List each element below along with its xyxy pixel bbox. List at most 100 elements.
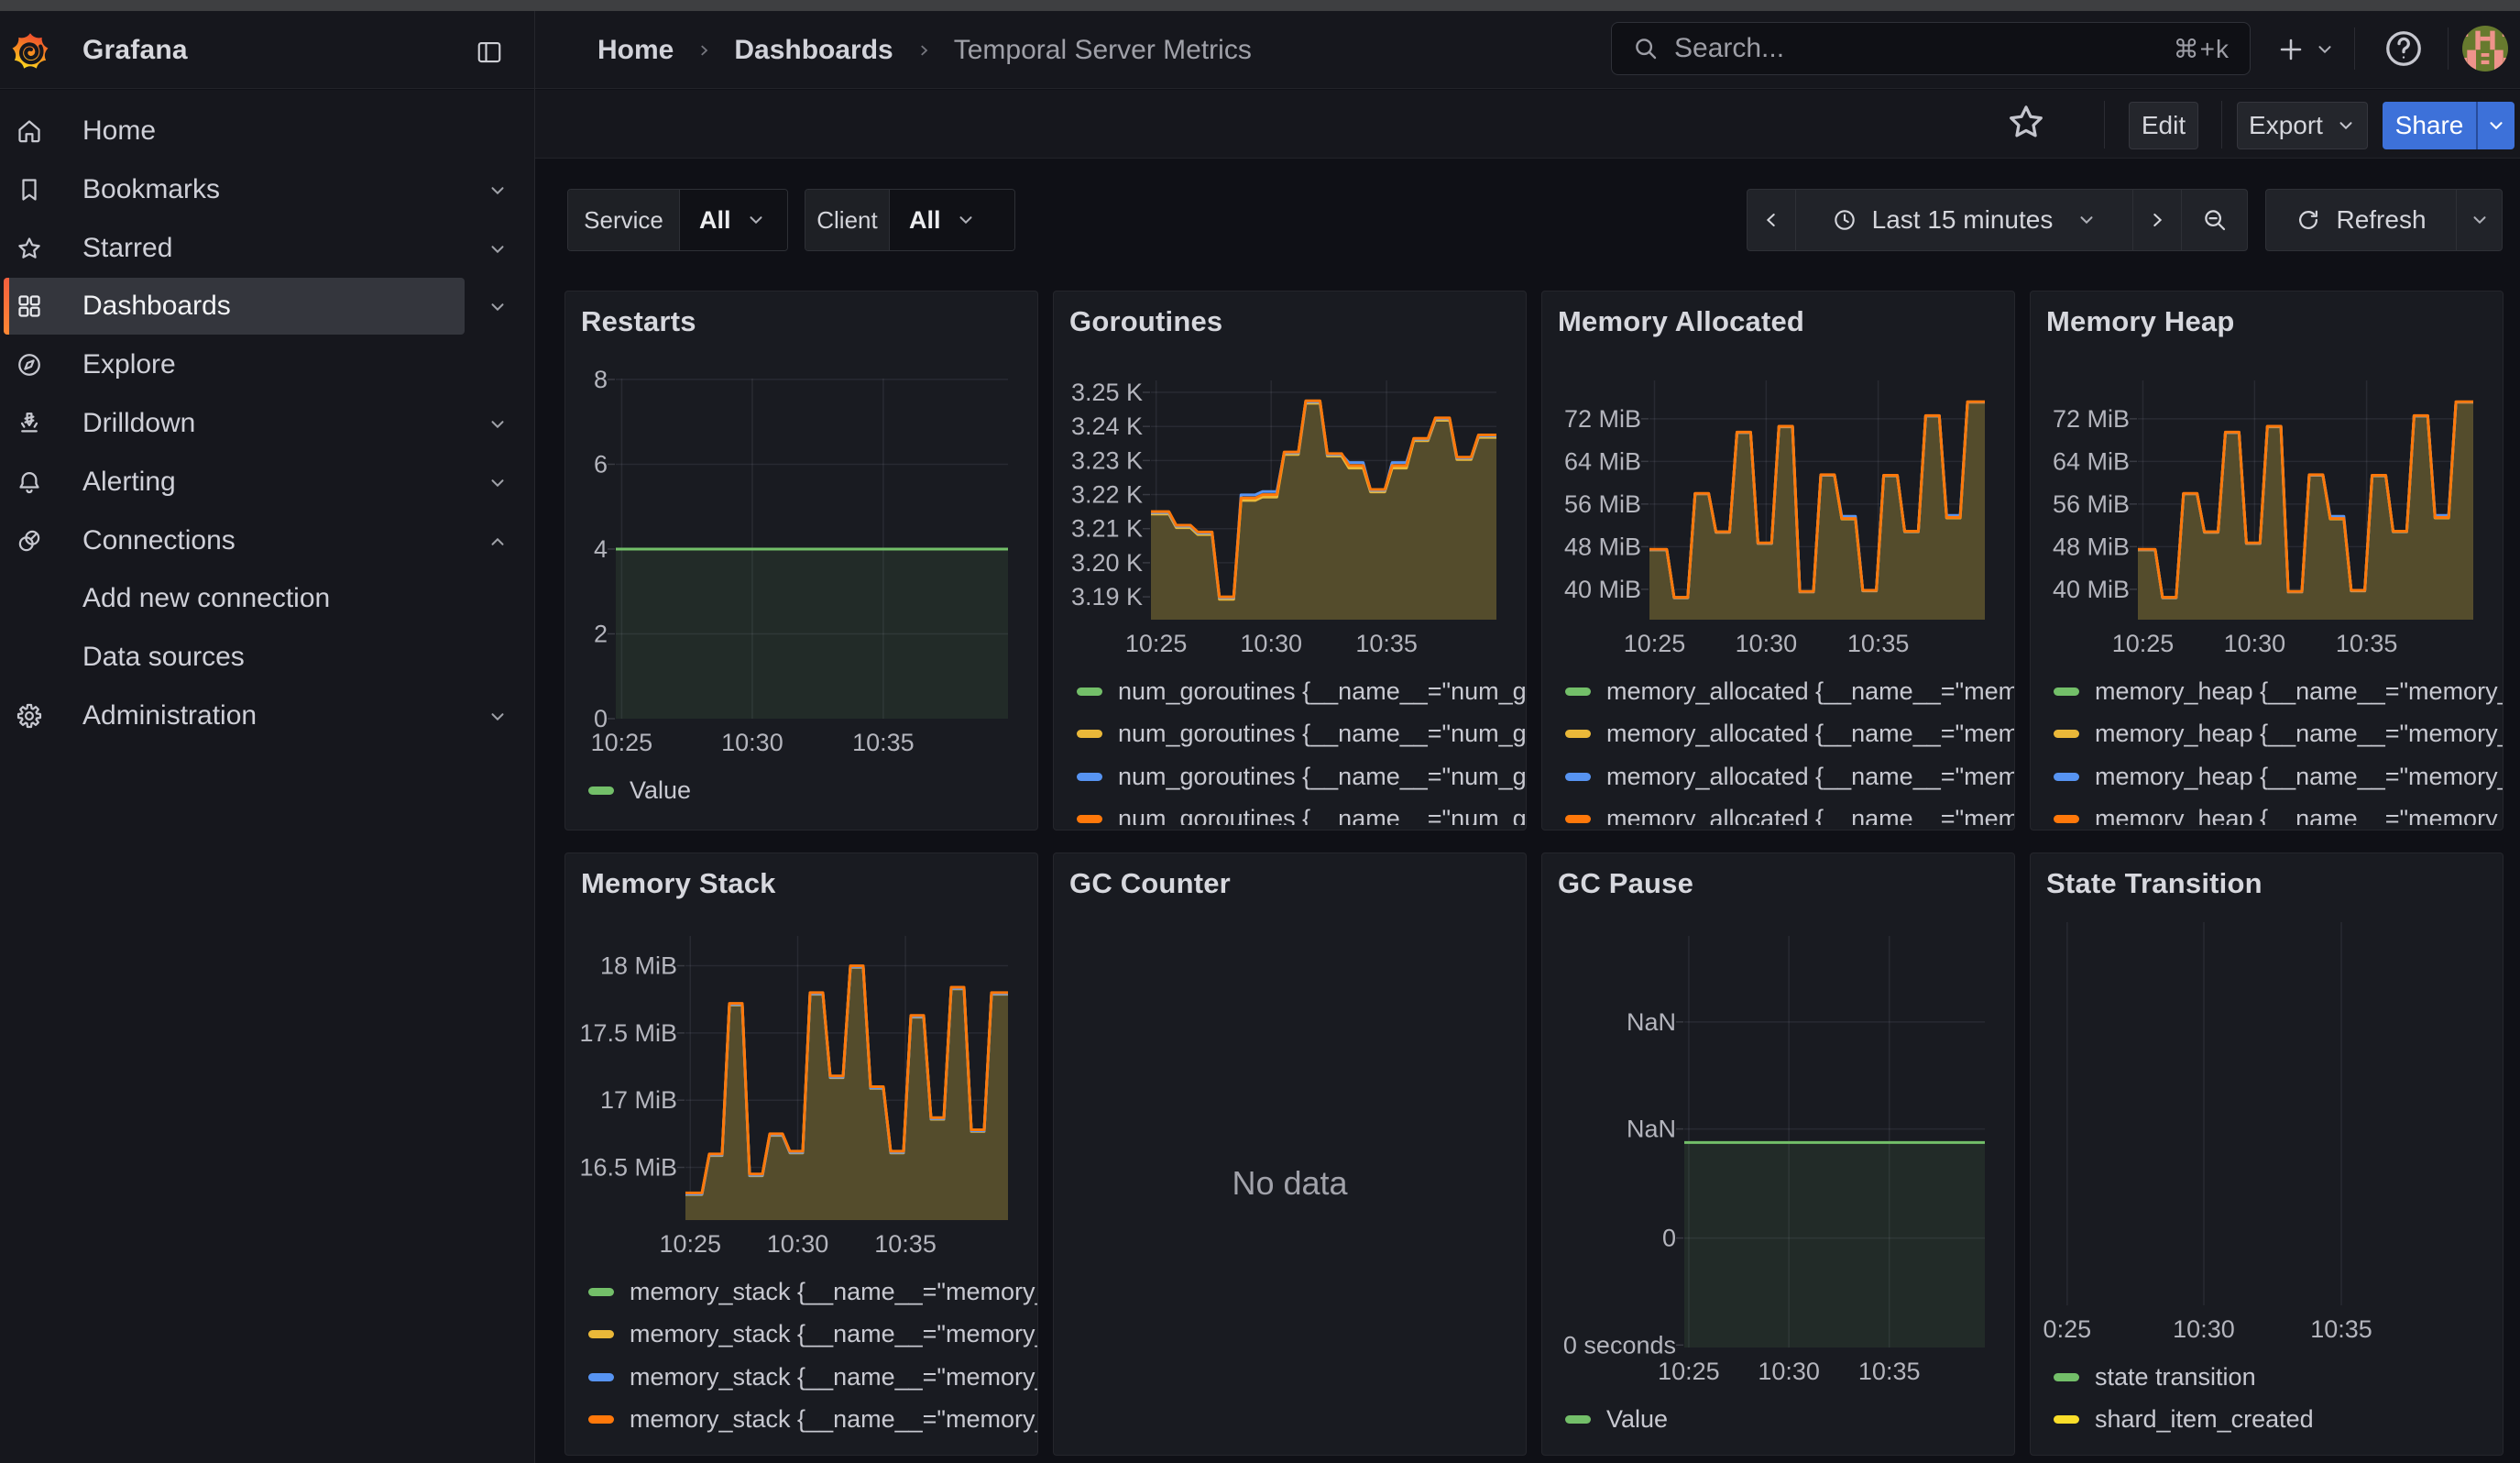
search-input[interactable]: Search... ⌘+k	[1611, 22, 2251, 75]
y-tick-label: 64 MiB	[2053, 447, 2130, 475]
share-button-label[interactable]: Share	[2383, 102, 2476, 149]
chevron-down-icon[interactable]	[488, 473, 508, 493]
chevron-down-icon	[956, 210, 976, 230]
export-button[interactable]: Export	[2237, 102, 2368, 149]
sidebar-item-administration[interactable]: Administration	[0, 687, 534, 745]
edit-button[interactable]: Edit	[2129, 102, 2198, 149]
panel-title-gc-counter[interactable]: GC Counter	[1069, 866, 1231, 901]
legend-item[interactable]: shard_item_created	[2031, 1399, 2503, 1442]
chevron-down-icon[interactable]	[488, 414, 508, 434]
legend-swatch	[2054, 730, 2079, 738]
legend-item[interactable]: num_goroutines {__name__="num_go	[1054, 670, 1526, 713]
sidebar-item-dashboards[interactable]: Dashboards	[0, 277, 534, 336]
y-tick-label: 3.25 K	[1071, 379, 1143, 406]
variable-client-value[interactable]: All	[890, 190, 1014, 250]
time-range-button[interactable]: Last 15 minutes	[1796, 190, 2133, 250]
chevron-down-icon	[746, 210, 766, 230]
venn-icon	[16, 527, 43, 555]
x-tick-label: 10:35	[874, 1230, 937, 1258]
variable-service-value[interactable]: All	[680, 190, 787, 250]
grafana-logo[interactable]	[12, 28, 49, 74]
sidebar-item-drilldown[interactable]: Drilldown	[0, 394, 534, 453]
sidebar-item-label: Add new connection	[82, 569, 330, 628]
panel-legend: num_goroutines {__name__="num_gonum_goro…	[1054, 670, 1526, 825]
panel-gc-counter: GC CounterNo data	[1053, 852, 1527, 1456]
user-avatar[interactable]	[2462, 26, 2508, 72]
favorite-star-icon[interactable]	[2005, 101, 2047, 143]
legend-item[interactable]: num_goroutines {__name__="num_go	[1054, 798, 1526, 826]
chevron-down-icon[interactable]	[488, 239, 508, 259]
legend-item[interactable]: memory_heap {__name__="memory_h	[2031, 713, 2503, 756]
panel-legend: Value	[1542, 1398, 2014, 1450]
sidebar-item-explore[interactable]: Explore	[0, 336, 534, 394]
brand-title: Grafana	[82, 11, 188, 89]
chevron-up-icon[interactable]	[488, 532, 508, 552]
legend-item[interactable]: memory_allocated {__name__="memo	[1542, 755, 2014, 798]
sidebar-item-bookmarks[interactable]: Bookmarks	[0, 160, 534, 219]
sidebar-toggle-icon[interactable]	[476, 38, 503, 66]
variable-client: Client All	[805, 189, 1015, 251]
sidebar-item-alerting[interactable]: Alerting	[0, 453, 534, 512]
time-shift-back-button[interactable]	[1748, 190, 1796, 250]
chevron-down-icon[interactable]	[488, 707, 508, 727]
legend-item[interactable]: Value	[1542, 1398, 2014, 1441]
add-new-button[interactable]	[2276, 31, 2340, 68]
legend-item[interactable]: memory_heap {__name__="memory_h	[2031, 670, 2503, 713]
time-shift-forward-button[interactable]	[2133, 190, 2182, 250]
refresh-interval-button[interactable]	[2457, 190, 2502, 250]
y-tick-label: 56 MiB	[1564, 490, 1641, 518]
y-tick-label: NaN	[1627, 1008, 1676, 1036]
y-tick-label: 3.22 K	[1071, 481, 1143, 509]
legend-item[interactable]: memory_allocated {__name__="memo	[1542, 670, 2014, 713]
legend-item[interactable]: Value	[565, 769, 1037, 812]
y-tick-label: 0	[1662, 1225, 1676, 1252]
breadcrumb-dashboards[interactable]: Dashboards	[734, 35, 893, 66]
variable-service: Service All	[567, 189, 788, 251]
legend-item[interactable]: memory_allocated {__name__="memo	[1542, 798, 2014, 826]
legend-item[interactable]: memory_allocated {__name__="memo	[1542, 713, 2014, 756]
legend-swatch	[1077, 730, 1102, 738]
variable-service-label: Service	[568, 190, 680, 250]
legend-item[interactable]: memory_stack {__name__="memory_s	[565, 1356, 1037, 1399]
panel-memory-heap: Memory Heap10:2510:3010:3572 MiB64 MiB56…	[2030, 291, 2504, 830]
y-tick-label: 40 MiB	[1564, 576, 1641, 603]
sidebar-item-connections[interactable]: Connections	[0, 512, 534, 570]
sidebar-item-label: Administration	[82, 687, 257, 745]
search-placeholder: Search...	[1674, 33, 2159, 64]
y-tick-label: 64 MiB	[1564, 447, 1641, 475]
panel-memory-stack: Memory Stack10:2510:3010:3518 MiB17.5 Mi…	[564, 852, 1038, 1456]
legend-item[interactable]: num_goroutines {__name__="num_go	[1054, 713, 1526, 756]
share-menu-button[interactable]	[2476, 102, 2515, 149]
legend-item[interactable]: memory_stack {__name__="memory_s	[565, 1314, 1037, 1357]
legend-label: memory_allocated {__name__="memo	[1606, 805, 2014, 825]
chevron-down-icon[interactable]	[488, 297, 508, 317]
sidebar-item-home[interactable]: Home	[0, 102, 534, 160]
refresh-button[interactable]: Refresh	[2266, 190, 2457, 250]
legend-item[interactable]: memory_heap {__name__="memory_h	[2031, 755, 2503, 798]
legend-swatch	[2054, 1373, 2079, 1381]
legend-item[interactable]: memory_stack {__name__="memory_s	[565, 1399, 1037, 1442]
clock-icon	[1832, 207, 1857, 233]
sidebar-item-starred[interactable]: Starred	[0, 219, 534, 278]
x-tick-label: 10:30	[1758, 1358, 1820, 1385]
series-fill	[616, 549, 1008, 719]
legend-swatch	[2054, 688, 2079, 696]
sidebar-item-label: Drilldown	[82, 394, 195, 453]
bookmark-icon	[16, 176, 43, 204]
chevron-down-icon[interactable]	[488, 181, 508, 201]
legend-swatch	[1565, 1415, 1591, 1424]
sidebar-item-add-new-connection[interactable]: Add new connection	[0, 569, 534, 628]
breadcrumb-home[interactable]: Home	[597, 35, 674, 66]
legend-item[interactable]: memory_stack {__name__="memory_s	[565, 1270, 1037, 1314]
x-tick-label: 10:25	[1624, 630, 1686, 657]
legend-swatch	[1565, 773, 1591, 781]
sidebar-item-data-sources[interactable]: Data sources	[0, 628, 534, 687]
help-icon[interactable]	[2383, 28, 2425, 70]
legend-swatch	[1077, 815, 1102, 823]
legend-item[interactable]: memory_heap {__name__="memory_h	[2031, 798, 2503, 826]
zoom-out-button[interactable]	[2182, 190, 2247, 250]
legend-item[interactable]: state transition	[2031, 1356, 2503, 1399]
legend-item[interactable]: num_goroutines {__name__="num_go	[1054, 755, 1526, 798]
x-tick-label: 10:25	[591, 729, 653, 756]
share-button[interactable]: Share	[2383, 102, 2515, 149]
